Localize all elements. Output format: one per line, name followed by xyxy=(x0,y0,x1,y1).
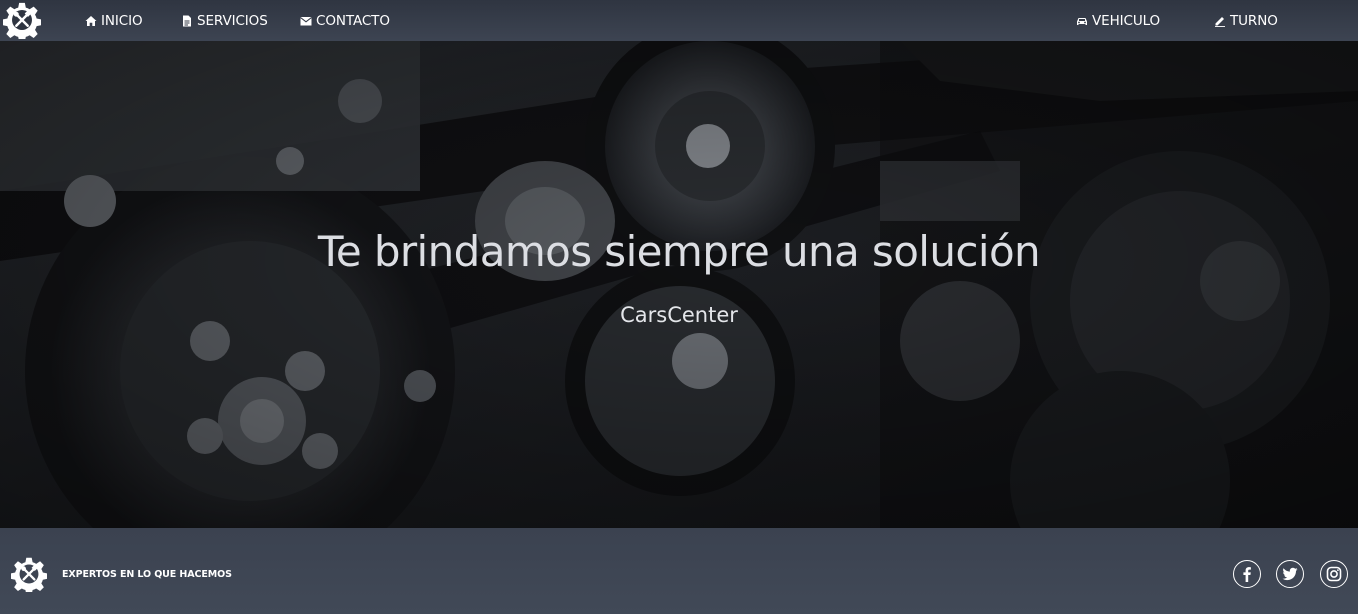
nav-link-turno[interactable]: TURNO xyxy=(1214,0,1278,41)
hero-subtitle: CarsCenter xyxy=(620,303,738,327)
nav-link-servicios[interactable]: SERVICIOS xyxy=(181,0,268,41)
hero-overlay xyxy=(0,41,1358,528)
nav-link-contacto[interactable]: CONTACTO xyxy=(300,0,390,41)
gear-tools-icon xyxy=(3,2,41,39)
document-icon xyxy=(181,15,193,27)
footer-tagline: EXPERTOS EN LO QUE HACEMOS xyxy=(62,569,232,580)
mail-icon xyxy=(300,15,312,27)
twitter-link[interactable] xyxy=(1276,560,1304,588)
nav-link-inicio[interactable]: INICIO xyxy=(85,0,143,41)
brand-logo[interactable] xyxy=(3,1,41,39)
instagram-icon xyxy=(1326,566,1342,582)
nav-link-label: TURNO xyxy=(1230,12,1278,29)
pencil-icon xyxy=(1214,15,1226,27)
hero-title: Te brindamos siempre una solución xyxy=(317,227,1041,276)
nav-link-label: VEHICULO xyxy=(1092,12,1161,29)
footer: EXPERTOS EN LO QUE HACEMOS xyxy=(0,528,1358,614)
footer-logo xyxy=(11,556,47,592)
home-icon xyxy=(85,15,97,27)
facebook-icon xyxy=(1243,567,1251,582)
navbar: INICIO SERVICIOS CONTACTO VEHICULO TURNO xyxy=(0,0,1358,41)
nav-link-vehiculo[interactable]: VEHICULO xyxy=(1076,0,1160,41)
gear-tools-icon xyxy=(11,557,47,592)
nav-link-label: CONTACTO xyxy=(316,12,390,29)
instagram-link[interactable] xyxy=(1320,560,1348,588)
nav-link-label: SERVICIOS xyxy=(197,12,268,29)
twitter-icon xyxy=(1282,567,1298,581)
car-icon xyxy=(1076,15,1088,27)
facebook-link[interactable] xyxy=(1233,560,1261,588)
hero-banner: Te brindamos siempre una solución CarsCe… xyxy=(0,41,1358,528)
nav-link-label: INICIO xyxy=(101,12,143,29)
